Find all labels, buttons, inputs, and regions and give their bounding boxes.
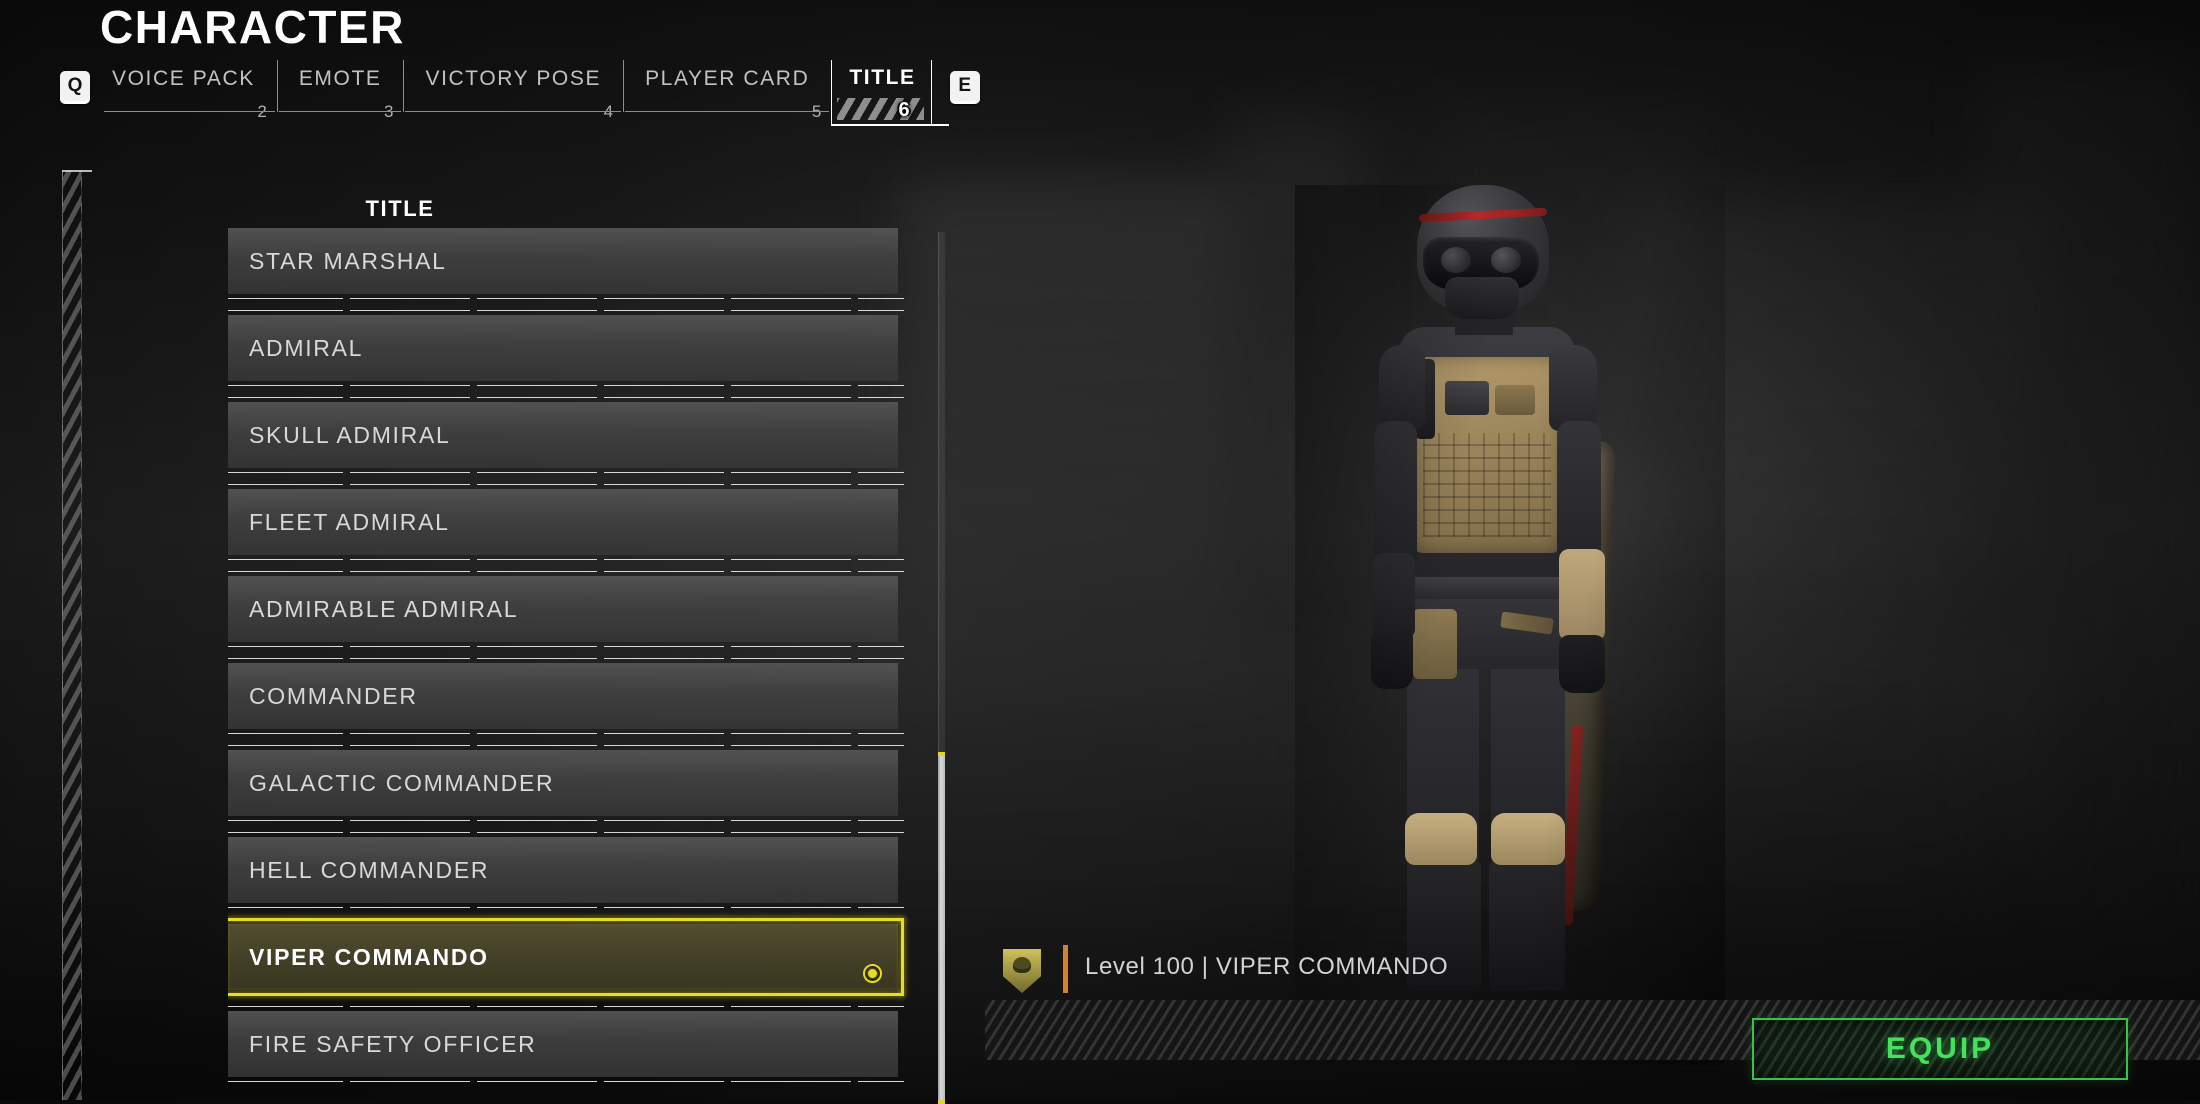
- list-item[interactable]: HELL COMMANDER: [228, 832, 904, 908]
- list-item-label: ADMIRABLE ADMIRAL: [249, 595, 519, 622]
- list-header: TITLE: [365, 196, 435, 221]
- character-info-bar: Level 100 | VIPER COMMANDO: [985, 945, 2200, 993]
- page-title: CHARACTER: [100, 1, 405, 53]
- level-title-text: Level 100 | VIPER COMMANDO: [1085, 953, 1449, 980]
- tab-voice-pack[interactable]: VOICE PACK 2: [90, 60, 277, 126]
- list-item[interactable]: SKULL ADMIRAL: [228, 397, 904, 473]
- left-hatch-cap: [62, 170, 92, 172]
- list-item-label: HELL COMMANDER: [249, 856, 490, 883]
- list-item-label: FIRE SAFETY OFFICER: [249, 1030, 537, 1057]
- equip-button[interactable]: EQUIP: [1752, 1018, 2128, 1080]
- list-item-label: FLEET ADMIRAL: [249, 508, 450, 535]
- list-item-label: ADMIRAL: [249, 334, 364, 361]
- list-item[interactable]: ADMIRABLE ADMIRAL: [228, 571, 904, 647]
- tab-title[interactable]: TITLE 6: [831, 60, 950, 126]
- tab-player-card[interactable]: PLAYER CARD 5: [623, 60, 831, 126]
- tab-label: VICTORY POSE: [425, 67, 602, 90]
- scrollbar-thumb[interactable]: [938, 752, 945, 1104]
- tab-number: 2: [257, 102, 267, 121]
- list-item[interactable]: ADMIRAL: [228, 310, 904, 386]
- list-item[interactable]: STAR MARSHAL: [228, 228, 904, 299]
- tab-number: 4: [603, 102, 614, 121]
- list-item-label: STAR MARSHAL: [249, 247, 447, 274]
- tab-emote[interactable]: EMOTE 3: [276, 60, 404, 126]
- list-item-label: COMMANDER: [249, 682, 418, 709]
- tab-number: 6: [898, 99, 910, 121]
- tab-number: 5: [811, 102, 822, 121]
- tab-bar: Q VOICE PACK 2 EMOTE 3 VICTORY POSE 4 PL…: [60, 60, 980, 126]
- equipped-indicator-icon: [863, 964, 882, 983]
- list-scrollbar[interactable]: [938, 232, 945, 1104]
- character-model: [1295, 185, 1725, 1065]
- list-item-label: VIPER COMMANDO: [249, 943, 489, 970]
- info-accent-bar: [1063, 945, 1068, 993]
- list-item-selected[interactable]: VIPER COMMANDO: [228, 918, 904, 996]
- list-item-label: GALACTIC COMMANDER: [249, 769, 555, 796]
- list-item-label: SKULL ADMIRAL: [249, 421, 451, 448]
- tab-label: EMOTE: [298, 67, 382, 90]
- equip-button-label: EQUIP: [1885, 1032, 1995, 1065]
- left-hatch-decoration: [62, 170, 82, 1100]
- tab-victory-pose[interactable]: VICTORY POSE 4: [403, 60, 623, 126]
- tab-active-underline: [831, 124, 950, 126]
- tab-label: VOICE PACK: [112, 67, 255, 90]
- tab-label: PLAYER CARD: [645, 67, 810, 90]
- list-item[interactable]: GALACTIC COMMANDER: [228, 745, 904, 821]
- tab-active-stripe: [837, 98, 924, 120]
- skull-shield-icon: [1003, 949, 1041, 993]
- key-hint-e[interactable]: E: [949, 71, 980, 101]
- tab-number: 3: [384, 102, 394, 121]
- key-hint-q[interactable]: Q: [60, 71, 90, 101]
- list-item[interactable]: FLEET ADMIRAL: [228, 484, 904, 560]
- tab-label: TITLE: [849, 66, 916, 89]
- title-list[interactable]: STAR MARSHAL ADMIRAL SKULL ADMIRAL FLEET…: [228, 228, 918, 1100]
- list-item[interactable]: COMMANDER: [228, 658, 904, 734]
- tab-active-edge: [930, 60, 932, 126]
- list-item[interactable]: FIRE SAFETY OFFICER: [228, 1006, 904, 1082]
